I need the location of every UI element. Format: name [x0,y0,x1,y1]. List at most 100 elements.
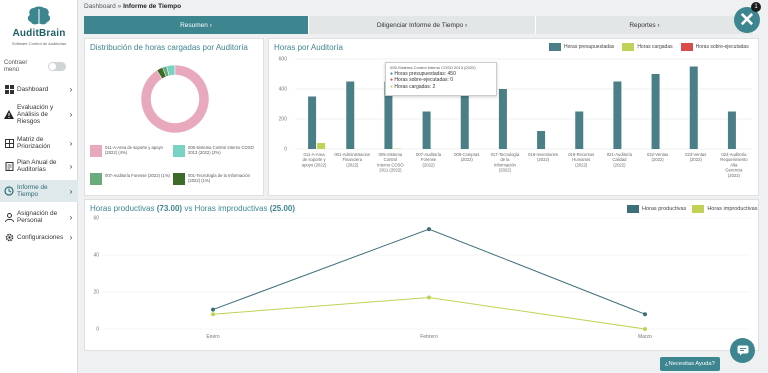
series-line [212,228,646,315]
sidebar-item-matrix[interactable]: Matriz de Priorización › [0,134,78,152]
notification-badge: 1 [751,2,761,12]
breadcrumb-separator: » [117,3,122,10]
bar-presupuestadas[interactable] [422,111,431,150]
matrix-icon [4,138,14,148]
x-tick-label: 021-Auditoría Calidad (2022) [607,152,633,167]
legend-label: 007-Auditoría Forense (2022) [105,173,160,178]
brain-logo-icon [27,6,51,25]
bar-presupuestadas[interactable] [727,111,736,150]
sidebar-item-staff[interactable]: Asignación de Personal › [0,208,78,226]
sidebar-item-label: Informe de Tiempo [17,184,48,198]
gear-icon [4,232,14,242]
data-point[interactable] [643,327,647,331]
x-tick-label: 022-Ventas (2022) [647,152,668,162]
bar-chart: 0 200 400 600 011-A-Area de soporte y apoyo (2… [279,57,753,178]
chat-button[interactable] [730,338,755,363]
y-tick-label: 400 [279,87,288,93]
bar-presupuestadas[interactable] [575,111,584,150]
data-point[interactable] [427,227,431,232]
breadcrumb-root[interactable]: Dashboard [84,3,116,10]
series-line [212,297,646,330]
bar-presupuestadas[interactable] [346,81,355,150]
collapse-menu-label: Contraer menú [4,60,28,73]
chat-icon [737,345,748,356]
donut-legend-item[interactable]: 005-Sistema Control Interno COSO 2013 (2… [173,145,261,157]
bar-presupuestadas[interactable] [537,131,546,149]
breadcrumb: Dashboard » Informe de Tiempo [84,3,181,10]
x-tick-label: Febrero [420,334,438,340]
bar-presupuestadas[interactable] [308,96,317,150]
legend-text: 001-Tecnología de la Información (2022) … [188,173,261,183]
sidebar-item-label: Configuraciones [17,233,64,241]
donut-slice[interactable] [140,64,210,134]
legend-swatch [173,145,185,157]
sidebar-item-settings[interactable]: Configuraciones › [0,231,78,243]
y-tick-label: 40 [93,253,99,259]
y-tick-label: 0 [284,147,287,153]
bar-cargadas[interactable] [317,143,326,149]
close-icon: ✕ [739,9,755,31]
sidebar-item-label: Dashboard [17,85,49,93]
sidebar-item-label: Matriz de Priorización [17,136,51,150]
tooltip-sobre: Horas sobre-ejecutadas: 0 [394,77,454,84]
x-tick-label: 019-Recursos Humanos (2022) [568,152,594,167]
data-point[interactable] [211,312,215,317]
warning-icon [4,109,14,119]
chevron-right-icon: › [69,212,73,222]
legend-value: (4%) [118,150,128,155]
data-point[interactable] [643,312,647,317]
tab-diligenciar[interactable]: Diligenciar Informe de Tiempo › [309,16,536,34]
legend-value: (2%) [211,150,221,155]
bar-presupuestadas[interactable] [498,89,507,149]
x-tick-label: Marzo [638,334,652,340]
x-tick-label: Enero [206,334,220,340]
sidebar-item-risk[interactable]: Evaluación y Análisis de Riesgos › [0,101,78,127]
donut-legend-item[interactable]: 011-A-Area de soporte y apoyo (2022) (4%… [90,145,172,157]
donut-card-title: Distribución de horas cargadas por Audit… [90,43,248,52]
sidebar-item-label: Evaluación y Análisis de Riesgos [17,103,54,125]
logo-text: AuditBrain [12,28,66,39]
tooltip-presupuestadas: Horas presupuestadas: 450 [394,71,456,78]
logo-tagline: Software Control de Auditorías [11,41,67,46]
chevron-right-icon: › [69,138,73,148]
tooltip-cargadas: Horas cargadas: 2 [394,83,436,90]
data-point[interactable] [427,295,431,300]
sidebar-item-label: Asignación de Personal [17,210,58,224]
x-tick-label: 008-Compras (2022) [454,152,479,162]
legend-value: (1%) [201,178,211,183]
sidebar-item-time-report[interactable]: Informe de Tiempo › [0,180,78,202]
bar-presupuestadas[interactable] [613,81,622,150]
chevron-right-icon: › [69,84,73,94]
sidebar-item-plan[interactable]: Plan Anual de Auditorías › [0,157,78,175]
y-tick-label: 200 [279,117,288,123]
productive-hours-card: Horas productivas (73.00) vs Horas impro… [84,199,759,351]
help-button[interactable]: ¿Necesitas Ayuda? [660,357,720,371]
bar-presupuestadas[interactable] [651,74,660,149]
sidebar-item-dashboard[interactable]: Dashboard › [0,82,78,96]
y-tick-label: 600 [279,57,288,63]
chevron-right-icon: › [69,109,73,119]
tab-reportes[interactable]: Reportes › [536,16,754,34]
legend-text: 005-Sistema Control Interno COSO 2013 (2… [188,145,261,155]
donut-legend-item[interactable]: 001-Tecnología de la Información (2022) … [173,173,261,185]
bar-tooltip: 005-Sistema Control Interno COSO 2013 (2… [385,62,497,96]
donut-chart [140,64,210,134]
legend-swatch [90,145,102,157]
legend-value: (1%) [161,173,170,178]
x-tick-label: 011-A-Area de soporte y apoyo (2022) [302,152,327,167]
tab-resumen[interactable]: Resumen › [84,16,309,34]
donut-legend-item[interactable]: 007-Auditoría Forense (2022) (1%) [90,173,172,185]
data-point[interactable] [211,307,215,312]
user-icon [4,212,14,222]
collapse-menu-toggle[interactable] [48,62,66,71]
chevron-right-icon: › [69,161,73,171]
x-tick-label: 007-Auditoría Forense (2022) [416,152,442,167]
legend-label: 011-A-Area de soporte y apoyo (2022) [105,145,163,155]
legend-swatch [90,173,102,185]
sidebar-item-label: Plan Anual de Auditorías [17,159,57,173]
legend-text: 007-Auditoría Forense (2022) (1%) [105,173,170,178]
chevron-right-icon: › [69,186,73,196]
sidebar: AuditBrain Software Control de Auditoría… [0,0,78,373]
bar-presupuestadas[interactable] [689,66,698,150]
legend-label: 001-Tecnología de la Información (2022) [188,173,250,183]
